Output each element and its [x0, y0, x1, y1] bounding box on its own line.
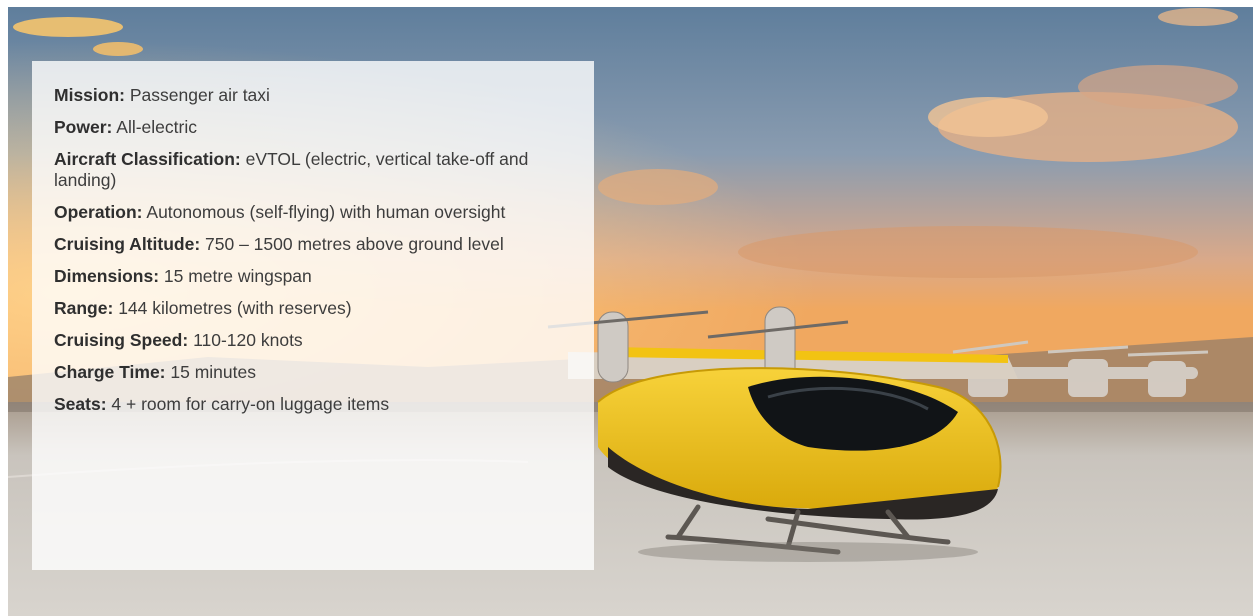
- spec-label: Range:: [54, 298, 114, 318]
- spec-label: Aircraft Classification:: [54, 149, 241, 169]
- spec-mission: Mission: Passenger air taxi: [54, 85, 574, 106]
- spec-aircraft-classification: Aircraft Classification: eVTOL (electric…: [54, 149, 574, 191]
- spec-cruising-speed: Cruising Speed: 110-120 knots: [54, 330, 574, 351]
- spec-value: 15 minutes: [170, 362, 256, 382]
- spec-value: 110-120 knots: [193, 330, 303, 350]
- spec-label: Cruising Altitude:: [54, 234, 201, 254]
- spec-label: Mission:: [54, 85, 125, 105]
- spec-value: Autonomous (self-flying) with human over…: [146, 202, 506, 222]
- spec-value: 144 kilometres (with reserves): [118, 298, 352, 318]
- spec-value: All-electric: [116, 117, 197, 137]
- spec-label: Dimensions:: [54, 266, 160, 286]
- spec-charge-time: Charge Time: 15 minutes: [54, 362, 574, 383]
- spec-cruising-altitude: Cruising Altitude: 750 – 1500 metres abo…: [54, 234, 574, 255]
- spec-label: Charge Time:: [54, 362, 166, 382]
- spec-label: Seats:: [54, 394, 107, 414]
- spec-seats: Seats: 4 + room for carry-on luggage ite…: [54, 394, 574, 415]
- spec-value: 750 – 1500 metres above ground level: [205, 234, 504, 254]
- spec-value: 15 metre wingspan: [163, 266, 312, 286]
- spec-operation: Operation: Autonomous (self-flying) with…: [54, 202, 574, 223]
- spec-value: 4 + room for carry-on luggage items: [111, 394, 390, 414]
- spec-power: Power: All-electric: [54, 117, 574, 138]
- spec-range: Range: 144 kilometres (with reserves): [54, 298, 574, 319]
- spec-label: Operation:: [54, 202, 143, 222]
- spec-label: Cruising Speed:: [54, 330, 189, 350]
- spec-label: Power:: [54, 117, 113, 137]
- specs-panel: Mission: Passenger air taxi Power: All-e…: [32, 61, 594, 570]
- spec-dimensions: Dimensions: 15 metre wingspan: [54, 266, 574, 287]
- spec-value: Passenger air taxi: [129, 85, 270, 105]
